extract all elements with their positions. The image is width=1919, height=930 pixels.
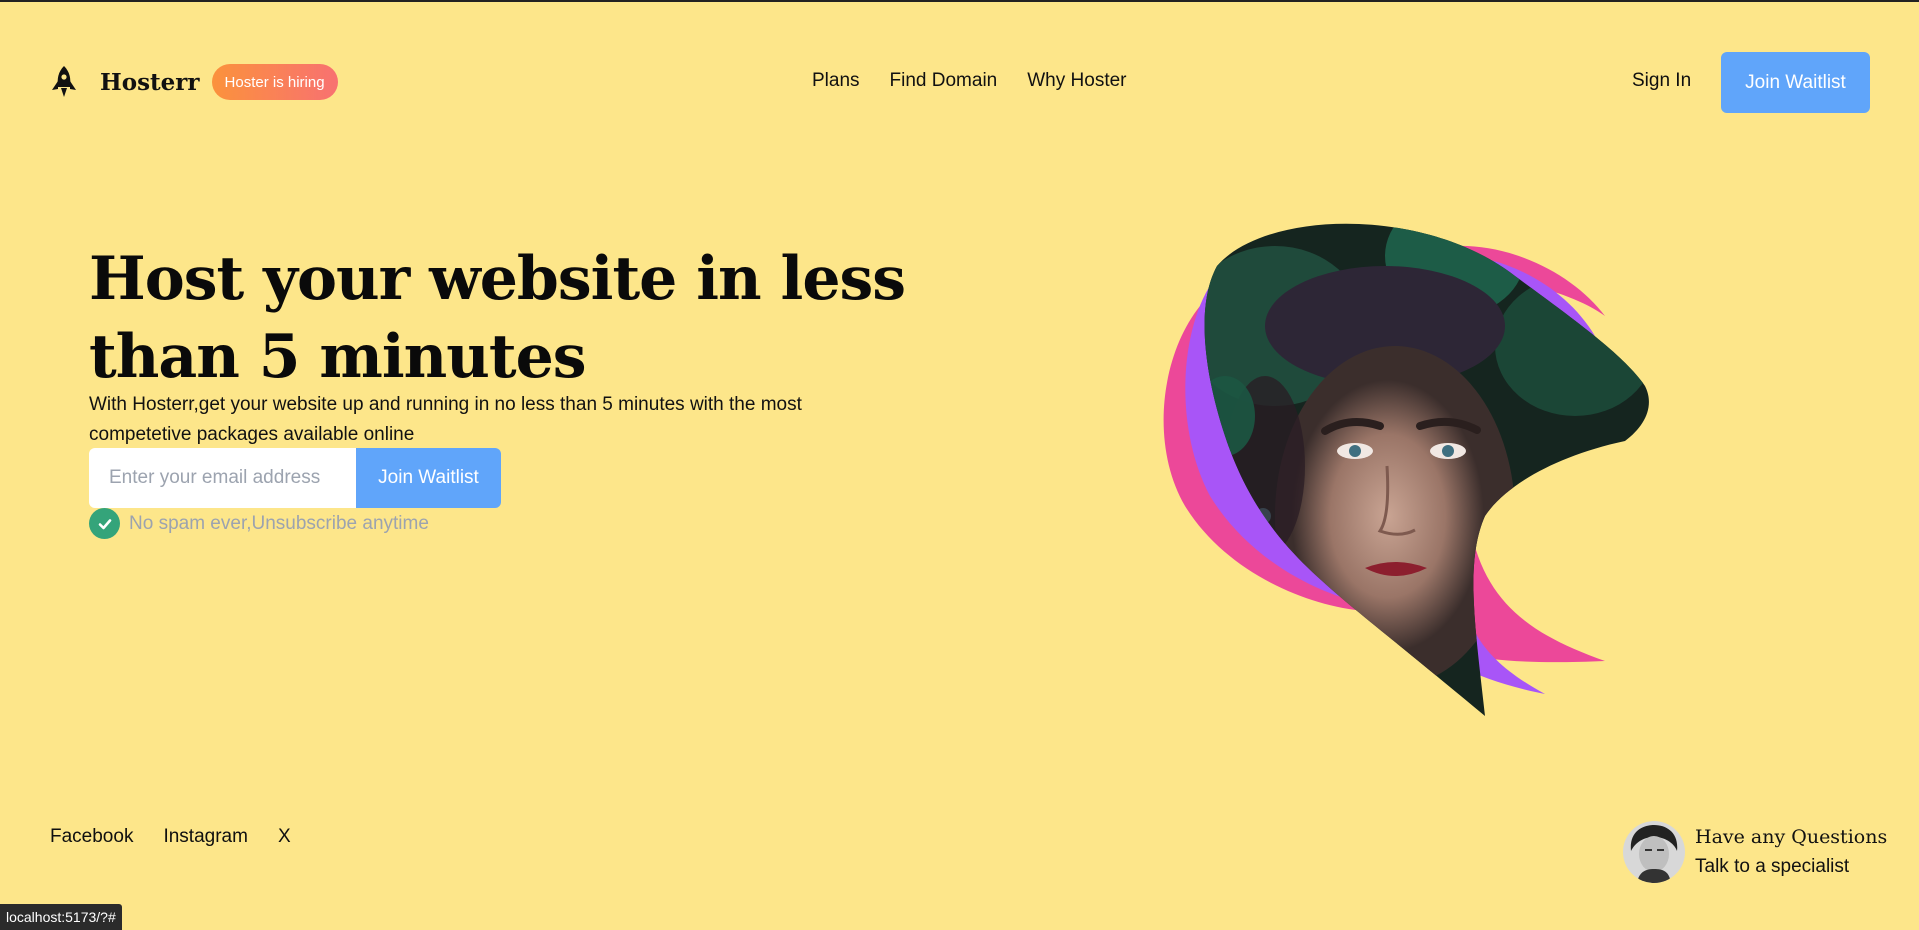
no-spam-note: No spam ever,Unsubscribe anytime [89, 508, 429, 539]
brand-name: Hosterr [100, 68, 200, 96]
talk-to-specialist-link[interactable]: Talk to a specialist [1695, 852, 1887, 881]
brand[interactable]: Hosterr Hoster is hiring [50, 64, 338, 100]
social-x[interactable]: X [278, 826, 291, 848]
social-links: Facebook Instagram X [50, 826, 291, 848]
status-bar-url: localhost:5173/?# [0, 904, 122, 930]
waitlist-form: Join Waitlist [89, 448, 501, 508]
nav-plans[interactable]: Plans [812, 70, 860, 92]
hero-portrait-image [1163, 223, 1649, 716]
check-circle-icon [89, 508, 120, 539]
no-spam-text: No spam ever,Unsubscribe anytime [129, 512, 429, 534]
rocket-icon [52, 66, 76, 97]
sign-in-link[interactable]: Sign In [1632, 70, 1691, 92]
nav-why-hoster[interactable]: Why Hoster [1027, 70, 1126, 92]
join-waitlist-submit[interactable]: Join Waitlist [356, 448, 501, 508]
help-question: Have any Questions [1695, 826, 1888, 848]
join-waitlist-button[interactable]: Join Waitlist [1721, 52, 1870, 113]
main-nav: Plans Find Domain Why Hoster [812, 70, 1127, 92]
specialist-avatar [1623, 821, 1685, 883]
email-input[interactable] [89, 448, 356, 508]
hero-title: Host your website in less than 5 minutes [89, 244, 906, 392]
social-facebook[interactable]: Facebook [50, 826, 133, 848]
hiring-badge[interactable]: Hoster is hiring [211, 64, 338, 100]
help-text: Have any Questions Talk to a specialist [1695, 823, 1887, 881]
social-instagram[interactable]: Instagram [163, 826, 247, 848]
hero-subtitle: With Hosterr,get your website up and run… [89, 394, 802, 445]
nav-find-domain[interactable]: Find Domain [890, 70, 998, 92]
help-widget[interactable]: Have any Questions Talk to a specialist [1623, 821, 1887, 883]
landing-page: Hosterr Hoster is hiring Plans Find Doma… [0, 0, 1919, 930]
